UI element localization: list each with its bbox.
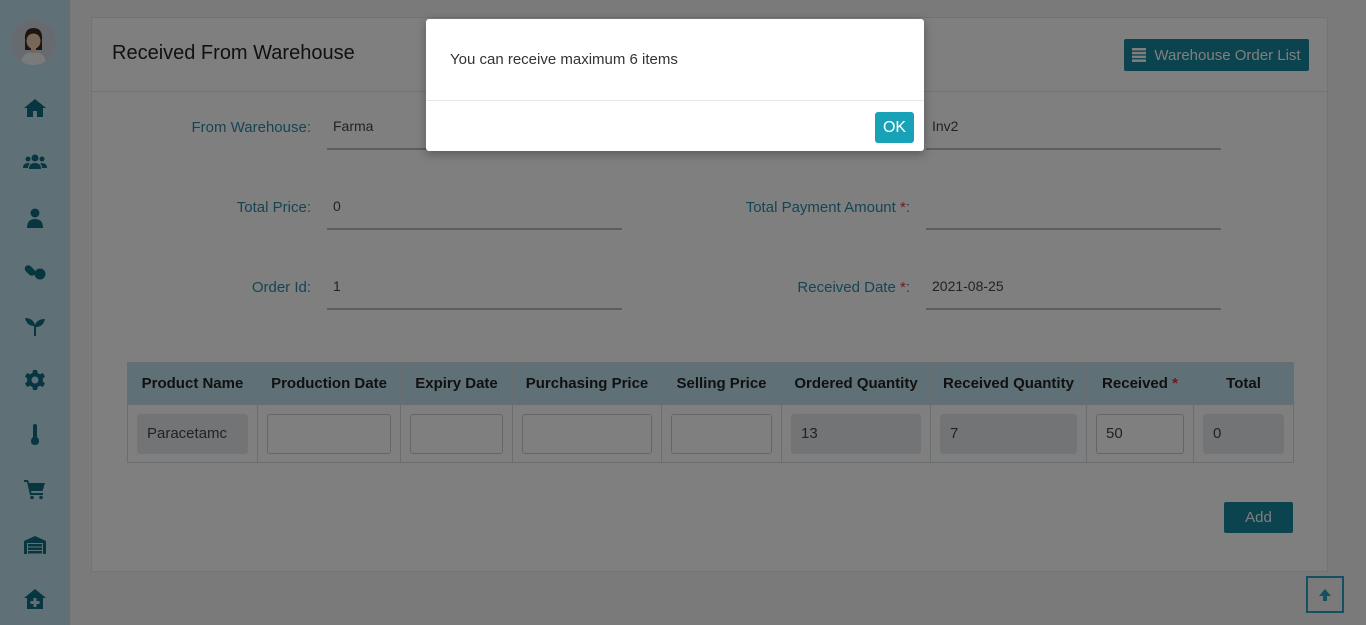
alert-dialog: You can receive maximum 6 items OK (426, 19, 924, 151)
ok-button[interactable]: OK (875, 112, 914, 143)
alert-message: You can receive maximum 6 items (426, 19, 924, 101)
